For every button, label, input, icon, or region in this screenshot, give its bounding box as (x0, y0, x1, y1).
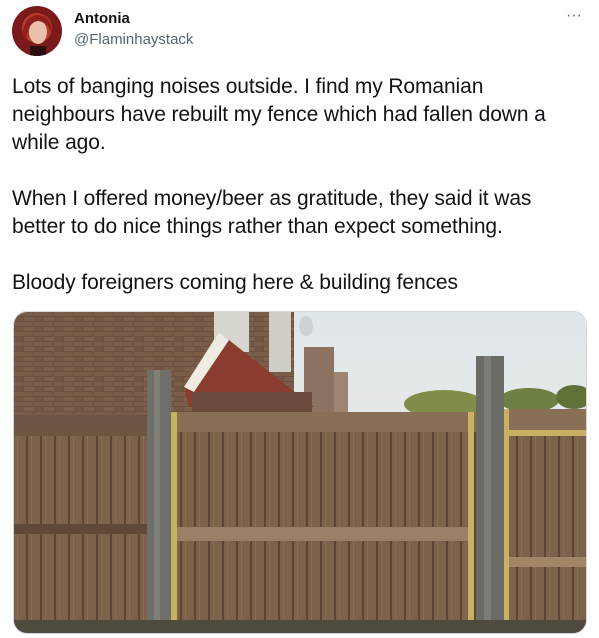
tweet-paragraph: Lots of banging noises outside. I find m… (12, 75, 546, 154)
avatar[interactable] (12, 6, 62, 56)
more-horizontal-icon[interactable]: ··· (562, 8, 586, 24)
user-handle[interactable]: @Flaminhaystack (74, 31, 193, 49)
tweet-paragraph: Bloody foreigners coming here & building… (12, 271, 458, 294)
tweet-text: Lots of banging noises outside. I find m… (12, 73, 587, 297)
display-name[interactable]: Antonia (74, 10, 130, 28)
tweet-photo[interactable] (13, 311, 587, 634)
fence-photo (14, 312, 586, 633)
tweet-paragraph: When I offered money/beer as gratitude, … (12, 187, 532, 238)
